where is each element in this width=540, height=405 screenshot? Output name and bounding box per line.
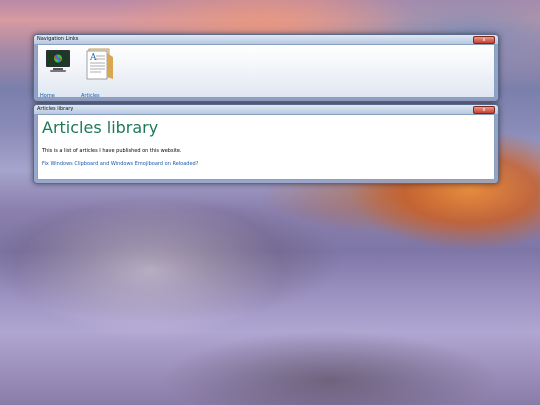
nav-item-articles[interactable]: A Articles	[81, 47, 121, 99]
intro-text: This is a list of articles I have publis…	[42, 148, 182, 154]
close-button[interactable]: x	[473, 106, 495, 114]
titlebar[interactable]: Articles library x	[34, 105, 498, 114]
titlebar[interactable]: Navigation Links x	[34, 35, 498, 44]
window-title: Navigation Links	[37, 36, 79, 42]
svg-text:A: A	[89, 53, 97, 63]
nav-label-home: Home	[40, 93, 55, 99]
monitor-icon	[46, 50, 70, 72]
page-heading: Articles library	[42, 118, 159, 137]
window-title: Articles library	[37, 106, 74, 112]
navigation-panel: Home A Articles	[37, 44, 495, 99]
article-link[interactable]: Fix Windows Clipboard and Windows Emojib…	[42, 161, 198, 167]
nav-label-articles: Articles	[81, 93, 100, 99]
nav-item-home[interactable]: Home	[40, 47, 80, 99]
navigation-links-window: Navigation Links x Home A Articles	[33, 34, 499, 102]
close-button[interactable]: x	[473, 36, 495, 44]
articles-library-window: Articles library x Articles library This…	[33, 104, 499, 184]
articles-content: Articles library This is a list of artic…	[37, 114, 495, 180]
document-icon: A	[86, 48, 113, 80]
